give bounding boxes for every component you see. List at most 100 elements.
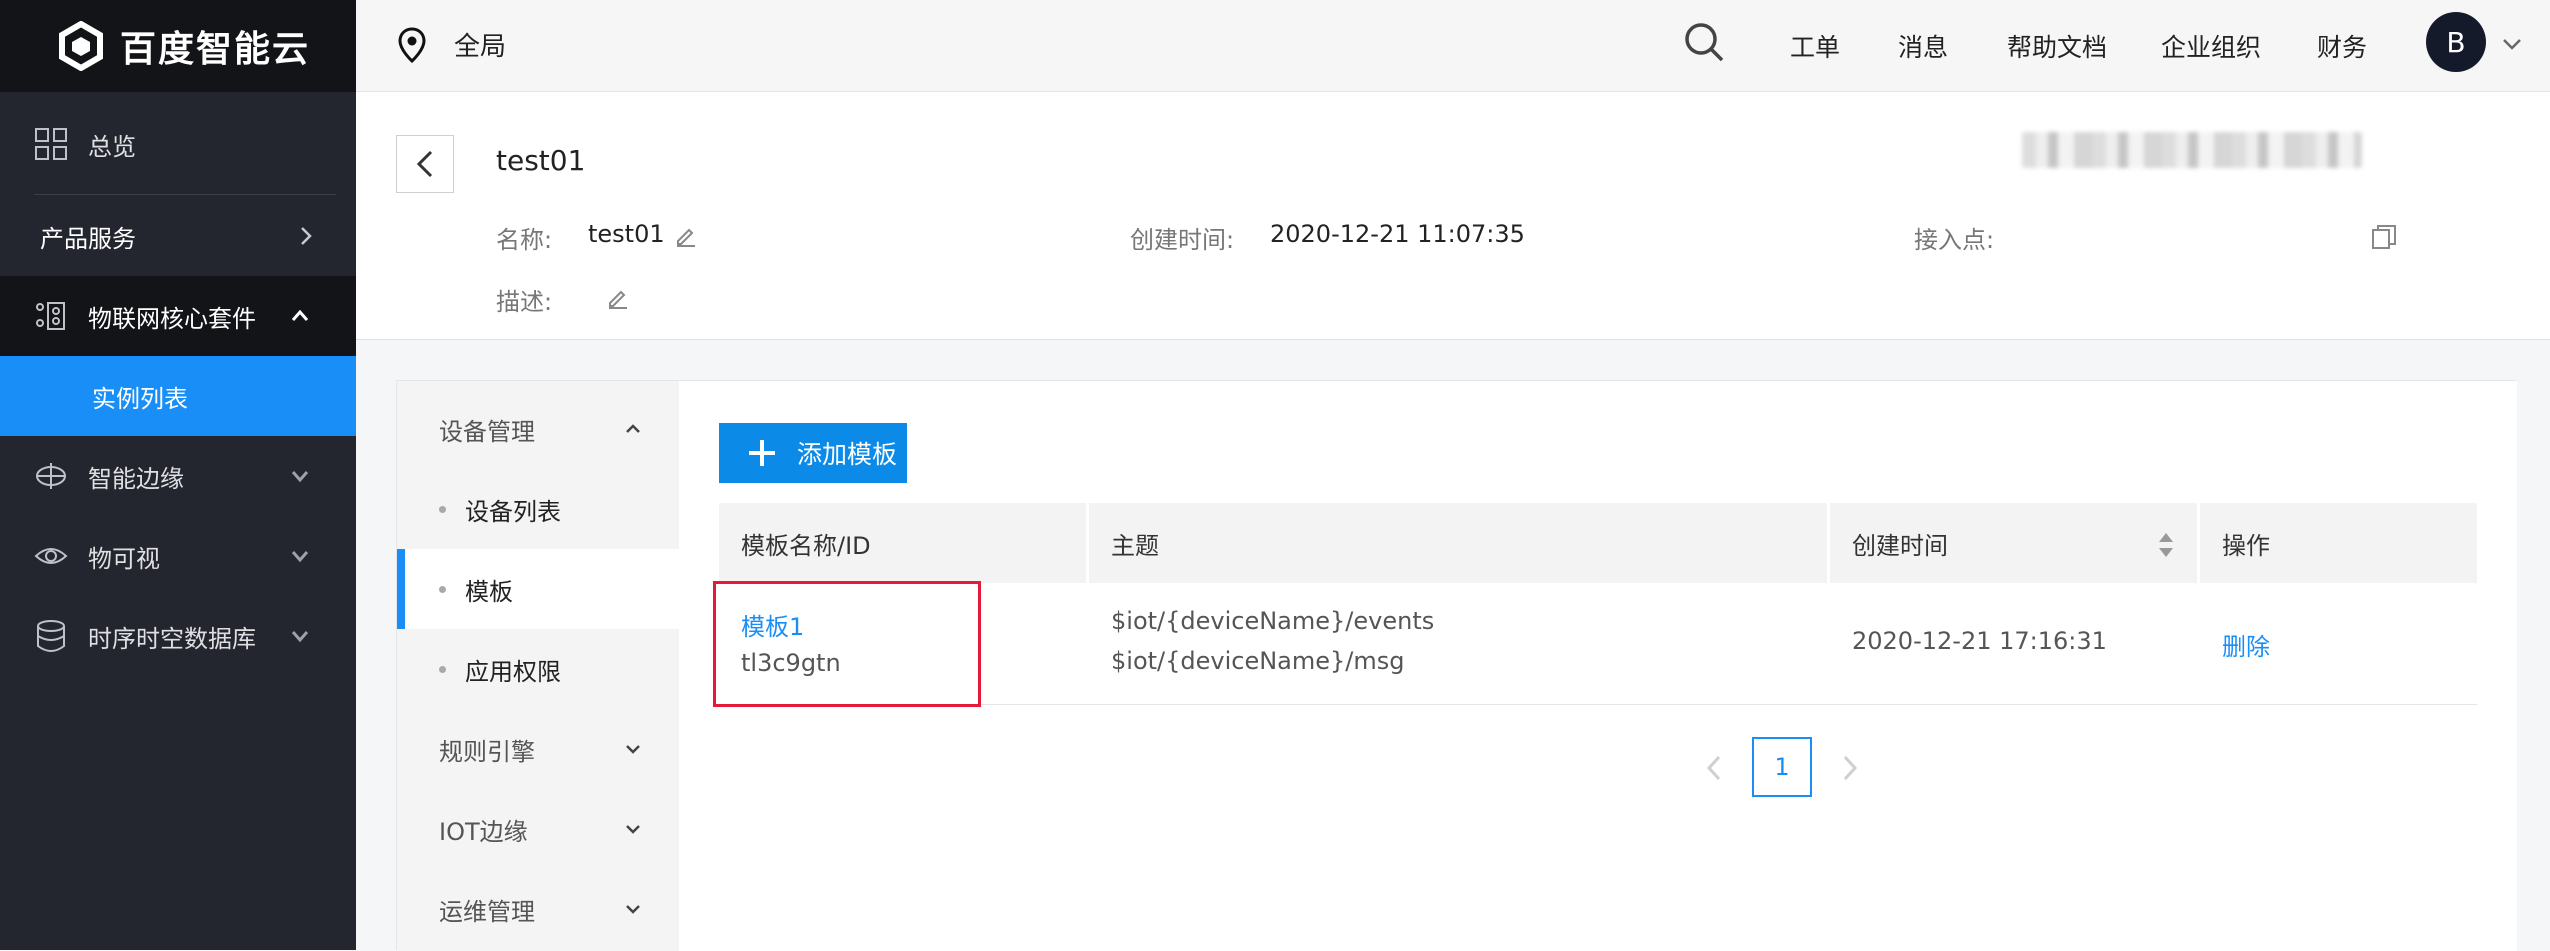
topbar: 全局 工单 消息 帮助文档 企业组织 财务 B bbox=[356, 0, 2550, 92]
created-time-label: 创建时间: bbox=[1130, 226, 1235, 254]
sidebar-item-instance-list[interactable]: 实例列表 bbox=[0, 356, 356, 436]
subnav-templates[interactable]: 模板 bbox=[397, 549, 679, 629]
sub-navigation: 设备管理 设备列表 模板 应用权限 规则引擎 IOT边缘 运维管理 bbox=[397, 381, 679, 951]
sidebar: 百度智能云 总览 产品服务 物联网核心套件 实例列表 智能边缘 物可视 时序时空… bbox=[0, 0, 356, 950]
created-time-value: 2020-12-21 11:07:35 bbox=[1270, 220, 1525, 248]
cell-topics: $iot/{deviceName}/events $iot/{deviceNam… bbox=[1089, 583, 1830, 705]
topic-item: $iot/{deviceName}/events bbox=[1111, 607, 1435, 635]
cell-name-id: 模板1 tl3c9gtn bbox=[713, 581, 1089, 707]
subnav-label: IOT边缘 bbox=[439, 817, 528, 846]
created-time: 2020-12-21 17:16:31 bbox=[1852, 627, 2107, 655]
bullet-icon bbox=[439, 666, 446, 673]
plus-icon bbox=[749, 440, 775, 466]
chevron-up-icon bbox=[291, 309, 309, 321]
name-value: test01 bbox=[588, 220, 665, 248]
chevron-down-icon bbox=[291, 551, 309, 563]
template-content: 添加模板 模板名称/ID 主题 创建时间 操作 模板1 tl3c9gtn $io… bbox=[679, 381, 2517, 951]
menu-messages[interactable]: 消息 bbox=[1898, 0, 1948, 92]
edge-icon bbox=[36, 463, 66, 489]
column-header-name-id: 模板名称/ID bbox=[719, 503, 1089, 583]
topic-item: $iot/{deviceName}/msg bbox=[1111, 647, 1405, 675]
description-label: 描述: bbox=[496, 288, 553, 316]
baidu-cloud-logo-icon bbox=[59, 21, 103, 71]
region-selector[interactable]: 全局 bbox=[398, 26, 506, 63]
subnav-label: 设备管理 bbox=[439, 417, 535, 446]
template-name-link[interactable]: 模板1 bbox=[741, 607, 804, 642]
user-avatar[interactable]: B bbox=[2426, 12, 2486, 72]
column-header-topic: 主题 bbox=[1089, 503, 1830, 583]
subnav-device-list[interactable]: 设备列表 bbox=[397, 469, 679, 549]
delete-link[interactable]: 删除 bbox=[2222, 627, 2270, 662]
database-icon bbox=[37, 620, 65, 652]
edit-name-icon[interactable] bbox=[674, 223, 698, 247]
bullet-icon bbox=[439, 586, 446, 593]
subnav-iot-edge[interactable]: IOT边缘 bbox=[397, 789, 679, 869]
back-button[interactable] bbox=[396, 135, 454, 193]
subnav-label: 应用权限 bbox=[465, 657, 561, 686]
grid-icon bbox=[35, 128, 67, 160]
bullet-icon bbox=[439, 506, 446, 513]
brand-name: 百度智能云 bbox=[120, 29, 311, 70]
sort-icon[interactable] bbox=[2157, 531, 2175, 559]
subnav-label: 设备列表 bbox=[465, 497, 561, 526]
subnav-label: 规则引擎 bbox=[439, 737, 535, 766]
sidebar-item-overview[interactable]: 总览 bbox=[0, 108, 356, 180]
chevron-left-icon[interactable] bbox=[1703, 753, 1725, 783]
sidebar-item-label: 产品服务 bbox=[40, 224, 136, 253]
subnav-rule-engine[interactable]: 规则引擎 bbox=[397, 709, 679, 789]
sidebar-item-label: 总览 bbox=[88, 132, 136, 161]
chevron-up-icon bbox=[626, 424, 640, 433]
endpoint-value-redacted bbox=[2022, 132, 2362, 168]
sidebar-item-label: 实例列表 bbox=[92, 384, 188, 413]
subnav-label: 运维管理 bbox=[439, 897, 535, 926]
sidebar-item-products[interactable]: 产品服务 bbox=[0, 200, 356, 272]
edit-description-icon[interactable] bbox=[606, 285, 630, 309]
main-panel: 设备管理 设备列表 模板 应用权限 规则引擎 IOT边缘 运维管理 添加模板 模… bbox=[396, 380, 2517, 951]
copy-icon[interactable] bbox=[2370, 223, 2398, 251]
chevron-left-icon bbox=[416, 150, 433, 178]
subnav-label: 模板 bbox=[465, 577, 513, 606]
region-label: 全局 bbox=[454, 32, 507, 62]
chevron-down-icon bbox=[626, 905, 640, 914]
sidebar-item-label: 智能边缘 bbox=[88, 464, 184, 493]
eye-icon bbox=[34, 548, 68, 564]
cell-action: 删除 bbox=[2200, 583, 2477, 705]
cell-created-time: 2020-12-21 17:16:31 bbox=[1830, 583, 2200, 705]
menu-finance[interactable]: 财务 bbox=[2317, 0, 2367, 92]
location-pin-icon bbox=[398, 26, 426, 63]
column-header-action: 操作 bbox=[2222, 531, 2270, 560]
name-label: 名称: bbox=[496, 226, 553, 254]
template-id: tl3c9gtn bbox=[741, 649, 841, 677]
chevron-down-icon bbox=[291, 631, 309, 643]
sidebar-item-label: 时序时空数据库 bbox=[88, 624, 256, 653]
menu-help-docs[interactable]: 帮助文档 bbox=[2007, 0, 2107, 92]
brand-logo[interactable]: 百度智能云 bbox=[0, 0, 356, 92]
chevron-down-icon bbox=[626, 745, 640, 754]
menu-ticket[interactable]: 工单 bbox=[1790, 0, 1840, 92]
sidebar-item-iot-visual[interactable]: 物可视 bbox=[0, 516, 356, 596]
sidebar-divider bbox=[34, 194, 336, 195]
page-title: test01 bbox=[496, 144, 586, 177]
subnav-app-permissions[interactable]: 应用权限 bbox=[397, 629, 679, 709]
iot-core-icon bbox=[36, 302, 65, 330]
table-header: 模板名称/ID 主题 创建时间 操作 bbox=[719, 503, 2477, 583]
chevron-down-icon bbox=[291, 471, 309, 483]
table-row: 模板1 tl3c9gtn $iot/{deviceName}/events $i… bbox=[713, 581, 2477, 707]
instance-header: test01 名称: test01 创建时间: 2020-12-21 11:07… bbox=[356, 92, 2550, 340]
sidebar-item-tsdb[interactable]: 时序时空数据库 bbox=[0, 596, 356, 676]
chevron-right-icon[interactable] bbox=[1839, 753, 1861, 783]
sidebar-item-iot-core[interactable]: 物联网核心套件 bbox=[0, 276, 356, 356]
chevron-right-icon bbox=[301, 227, 312, 245]
add-template-label: 添加模板 bbox=[797, 441, 898, 469]
menu-organization[interactable]: 企业组织 bbox=[2161, 0, 2261, 92]
sidebar-item-smart-edge[interactable]: 智能边缘 bbox=[0, 436, 356, 516]
chevron-down-icon[interactable] bbox=[2500, 32, 2524, 56]
subnav-device-management[interactable]: 设备管理 bbox=[397, 389, 679, 469]
sidebar-item-label: 物联网核心套件 bbox=[88, 304, 256, 333]
subnav-ops-management[interactable]: 运维管理 bbox=[397, 869, 679, 949]
search-icon[interactable] bbox=[1682, 20, 1726, 64]
endpoint-label: 接入点: bbox=[1914, 226, 1995, 254]
page-number-button[interactable]: 1 bbox=[1752, 737, 1812, 797]
column-header-created[interactable]: 创建时间 bbox=[1830, 503, 2200, 583]
add-template-button[interactable]: 添加模板 bbox=[719, 423, 907, 483]
